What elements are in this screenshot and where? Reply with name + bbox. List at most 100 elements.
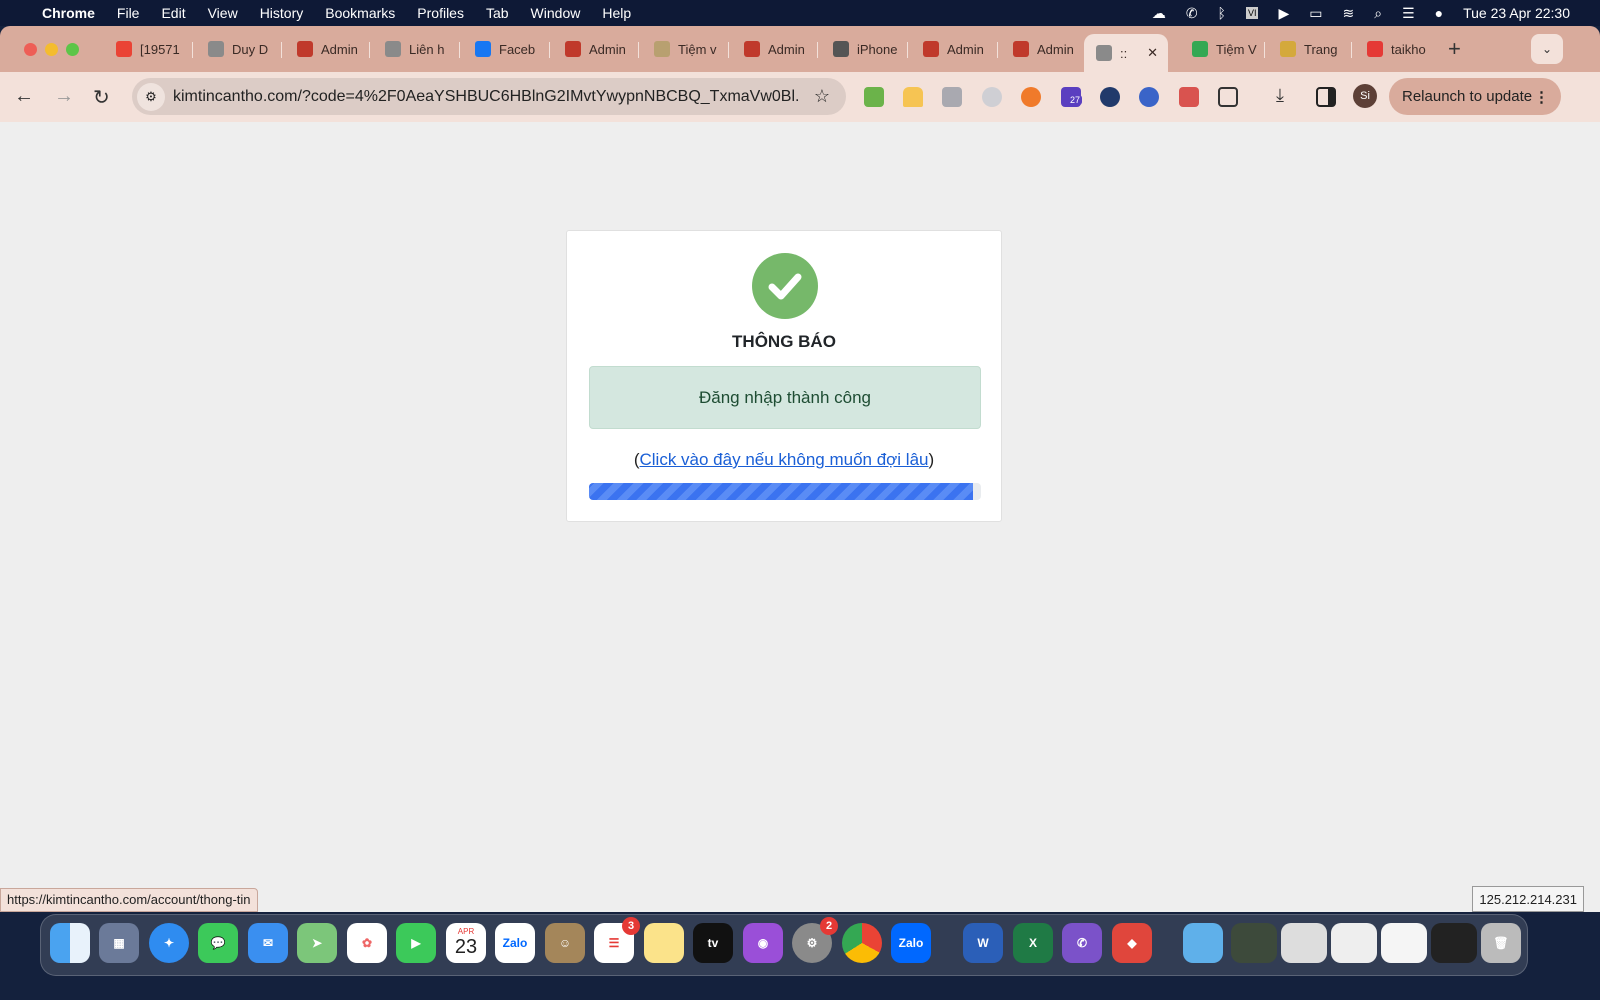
window-thumbnail[interactable] xyxy=(1331,923,1377,963)
creative-cloud-icon[interactable]: ☁ xyxy=(1152,5,1166,22)
safari-icon[interactable]: ✦ xyxy=(149,923,189,963)
launchpad-icon[interactable]: ▦ xyxy=(99,923,139,963)
siri-icon[interactable]: ● xyxy=(1435,5,1443,21)
notes-icon[interactable] xyxy=(644,923,684,963)
downloads-folder-icon[interactable] xyxy=(1183,923,1223,963)
browser-tab[interactable]: taikho xyxy=(1355,34,1435,64)
zalo-icon[interactable]: Zalo xyxy=(495,923,535,963)
link-extension-icon[interactable] xyxy=(982,87,1002,107)
menu-profiles[interactable]: Profiles xyxy=(417,5,464,21)
window-thumbnail[interactable] xyxy=(1431,923,1477,963)
grid-extension-icon[interactable] xyxy=(1179,87,1199,107)
more-menu-icon[interactable]: ⋮ xyxy=(1534,88,1549,106)
messages-icon[interactable]: 💬 xyxy=(198,923,238,963)
window-thumbnail[interactable] xyxy=(1381,923,1427,963)
menu-app-name[interactable]: Chrome xyxy=(42,5,95,21)
reload-button[interactable]: ↻ xyxy=(93,85,110,110)
trash-icon[interactable]: 🗑 xyxy=(1481,923,1521,963)
finder-icon[interactable] xyxy=(50,923,90,963)
wifi-icon[interactable]: ≋ xyxy=(1342,5,1354,22)
tab-title: Faceb xyxy=(499,41,536,57)
reminders-icon[interactable]: ☰ 3 xyxy=(594,917,640,963)
browser-tab[interactable]: Admin xyxy=(1001,34,1081,64)
side-panel-icon[interactable] xyxy=(1316,87,1336,107)
skip-wait-link[interactable]: Click vào đây nếu không muốn đợi lâu xyxy=(640,450,929,469)
s-extension-icon[interactable] xyxy=(1139,87,1159,107)
menu-history[interactable]: History xyxy=(260,5,304,21)
sq-extension-icon[interactable] xyxy=(864,87,884,107)
menu-edit[interactable]: Edit xyxy=(161,5,185,21)
maps-icon[interactable]: ➤ xyxy=(297,923,337,963)
dress-extension-icon[interactable] xyxy=(903,87,923,107)
viber-icon[interactable]: ✆ xyxy=(1186,5,1198,22)
clock[interactable]: Tue 23 Apr 22:30 xyxy=(1463,5,1570,21)
battery-icon[interactable]: ▭ xyxy=(1309,5,1322,22)
extension-badge: 27 xyxy=(1068,95,1083,105)
browser-tab[interactable]: Admin xyxy=(285,34,365,64)
back-button[interactable]: ← xyxy=(14,85,34,108)
relaunch-to-update-button[interactable]: Relaunch to update ⋮ xyxy=(1389,78,1561,115)
browser-tab[interactable]: Faceb xyxy=(463,34,543,64)
browser-tab[interactable]: Admin xyxy=(911,34,991,64)
menu-help[interactable]: Help xyxy=(602,5,631,21)
forward-button[interactable]: → xyxy=(54,85,74,108)
chrome-icon[interactable] xyxy=(842,923,882,963)
new-tab-button[interactable]: + xyxy=(1448,36,1461,62)
close-tab-icon[interactable]: ✕ xyxy=(1147,45,1158,61)
download-icon[interactable]: ⤓ xyxy=(1276,85,1284,106)
browser-tab[interactable]: :: ✕ xyxy=(1084,34,1168,72)
ip-extension-icon[interactable] xyxy=(1100,87,1120,107)
podcasts-icon[interactable]: ◉ xyxy=(743,923,783,963)
photos-icon[interactable]: ✿ xyxy=(347,923,387,963)
anydesk-icon[interactable]: ◆ xyxy=(1112,923,1152,963)
browser-tab[interactable]: Liên h xyxy=(373,34,453,64)
profile-avatar[interactable]: Si xyxy=(1353,84,1377,108)
control-center-icon[interactable]: ☰ xyxy=(1402,5,1415,22)
zalo-icon-2[interactable]: Zalo xyxy=(891,923,931,963)
browser-tab[interactable]: Admin xyxy=(732,34,812,64)
menu-view[interactable]: View xyxy=(208,5,238,21)
menu-file[interactable]: File xyxy=(117,5,140,21)
excel-icon[interactable]: X xyxy=(1013,923,1053,963)
calendar-icon[interactable]: APR 23 xyxy=(446,923,486,963)
address-bar[interactable]: ⚙ kimtincantho.com/?code=4%2F0AeaYSHBUC6… xyxy=(132,78,846,115)
browser-tab[interactable]: Trang xyxy=(1268,34,1348,64)
browser-tab[interactable]: iPhone xyxy=(821,34,901,64)
zoom-window-button[interactable] xyxy=(66,43,79,56)
word-icon[interactable]: W xyxy=(963,923,1003,963)
browser-tab[interactable]: Tiệm v xyxy=(642,34,722,64)
close-window-button[interactable] xyxy=(24,43,37,56)
menu-window[interactable]: Window xyxy=(531,5,581,21)
reminders-badge: 3 xyxy=(622,917,640,935)
minimize-window-button[interactable] xyxy=(45,43,58,56)
tab-separator xyxy=(549,42,550,58)
browser-tab[interactable]: Tiệm V xyxy=(1180,34,1260,64)
browser-tab[interactable]: Admin xyxy=(553,34,633,64)
url-text[interactable]: kimtincantho.com/?code=4%2F0AeaYSHBUC6HB… xyxy=(173,88,798,106)
extensions-puzzle-icon[interactable] xyxy=(1218,87,1238,107)
contacts-icon[interactable]: ☺ xyxy=(545,923,585,963)
system-settings-icon[interactable]: ⚙ 2 xyxy=(792,917,838,963)
tab-title: Trang xyxy=(1304,41,1338,57)
browser-tab[interactable]: Duy D xyxy=(196,34,276,64)
site-settings-icon[interactable]: ⚙ xyxy=(137,82,165,111)
apple-tv-icon[interactable]: tv xyxy=(693,923,733,963)
viber-dock-icon[interactable]: ✆ xyxy=(1062,923,1102,963)
bluetooth-icon[interactable]: ᛒ xyxy=(1218,5,1226,21)
graduation-extension-icon[interactable]: 27 xyxy=(1061,87,1083,107)
code-extension-icon[interactable] xyxy=(942,87,962,107)
tab-search-button[interactable]: ⌄ xyxy=(1531,34,1563,64)
menu-tab[interactable]: Tab xyxy=(486,5,509,21)
mail-icon[interactable]: ✉ xyxy=(248,923,288,963)
fire-extension-icon[interactable] xyxy=(1021,87,1041,107)
facetime-icon[interactable]: ▶ xyxy=(396,923,436,963)
bookmark-star-icon[interactable]: ☆ xyxy=(814,86,830,107)
window-thumbnail[interactable] xyxy=(1231,923,1277,963)
browser-tab[interactable]: [19571 xyxy=(104,34,184,64)
menu-bookmarks[interactable]: Bookmarks xyxy=(325,5,395,21)
spotlight-search-icon[interactable]: ⌕ xyxy=(1374,5,1382,22)
window-thumbnail[interactable] xyxy=(1281,923,1327,963)
play-icon[interactable]: ▶ xyxy=(1278,5,1289,22)
tab-separator xyxy=(369,42,370,58)
input-source-icon[interactable]: VI xyxy=(1245,7,1259,19)
